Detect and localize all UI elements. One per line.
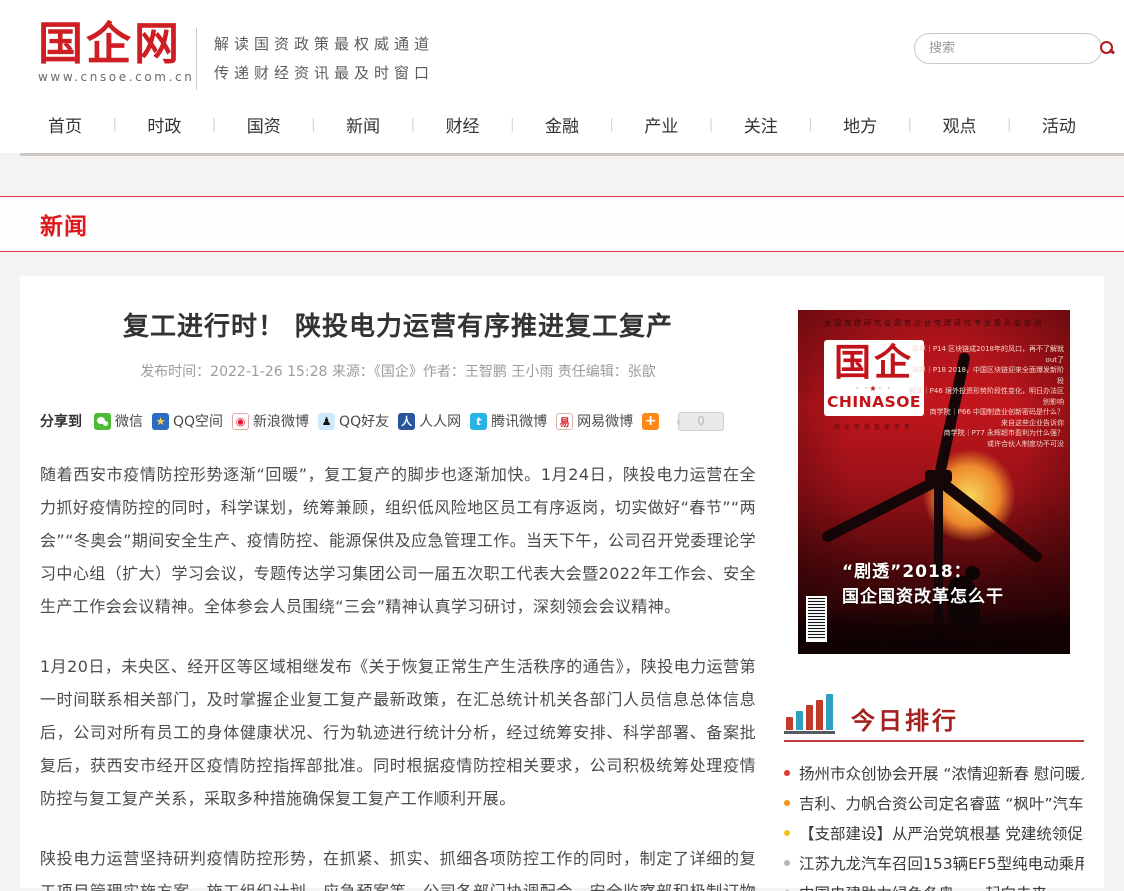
ranking-item-text: 扬州市众创协会开展 “浓情迎新春 慰问暖人 <box>799 762 1084 784</box>
nav-item-industry[interactable]: 产业 <box>644 112 678 137</box>
magazine-headline-line2: 国企国资改革怎么干 <box>842 585 1042 610</box>
site-logo-url: www.cnsoe.com.cn <box>38 70 194 84</box>
article-paragraph: 陕投电力运营坚持研判疫情防控形势，在抓紧、抓实、抓细各项防控工作的同时，制定了详… <box>40 842 756 891</box>
share-bar: 分享到 微信 ★ QQ空间 ◉ 新浪微博 ♟ QQ好友 人 人人网 <box>40 411 756 431</box>
main-nav: 首页| 时政| 国资| 新闻| 财经| 金融| 产业| 关注| 地方| 观点| … <box>0 95 1124 153</box>
nav-separator: | <box>1007 117 1011 132</box>
nav-item-banking[interactable]: 金融 <box>545 112 579 137</box>
bullet-icon <box>784 770 790 776</box>
nav-separator: | <box>808 117 812 132</box>
share-item-label: 腾讯微博 <box>491 411 547 431</box>
nav-item-state-assets[interactable]: 国资 <box>247 112 281 137</box>
ranking-item-text: 中国电建助力绿色冬奥，一起向未来 <box>799 882 1047 891</box>
magazine-headline-line1: “剧透”2018： <box>842 560 1042 585</box>
share-qzone-button[interactable]: ★ QQ空间 <box>152 411 223 431</box>
nav-separator: | <box>212 117 216 132</box>
tencent-weibo-icon: t <box>470 413 487 430</box>
search-box[interactable] <box>914 33 1102 64</box>
more-share-icon: + <box>642 413 659 430</box>
article: 复工进行时！ 陕投电力运营有序推进复工复产 发布时间：2022-1-26 15:… <box>40 306 756 888</box>
share-qq-friends-button[interactable]: ♟ QQ好友 <box>318 411 389 431</box>
toc-line: 视界｜P18 2018，中国区块链迎来全面爆发新阶段 <box>906 365 1064 386</box>
site-logo[interactable]: 国企网 www.cnsoe.com.cn <box>38 20 194 84</box>
nav-separator: | <box>510 117 514 132</box>
main-content: 复工进行时！ 陕投电力运营有序推进复工复产 发布时间：2022-1-26 15:… <box>20 276 1104 888</box>
barcode <box>806 596 827 642</box>
share-item-label: QQ好友 <box>339 411 389 431</box>
nav-item-politics[interactable]: 时政 <box>147 112 181 137</box>
nav-item-news[interactable]: 新闻 <box>346 112 380 137</box>
toc-line: 来自这些企业告诉你 <box>906 418 1064 429</box>
search-input[interactable] <box>929 41 1099 56</box>
share-item-label: 人人网 <box>419 411 461 431</box>
share-wechat-button[interactable]: 微信 <box>94 411 143 431</box>
renren-icon: 人 <box>398 413 415 430</box>
nav-item-events[interactable]: 活动 <box>1042 112 1076 137</box>
section-band: 新闻 <box>0 196 1124 252</box>
article-paragraph: 随着西安市疫情防控形势逐渐“回暖”，复工复产的脚步也逐渐加快。1月24日，陕投电… <box>40 458 756 623</box>
magazine-toc: 视界｜P14 区块链成2018年的风口，再不了解就out了 视界｜P18 201… <box>906 344 1064 449</box>
wechat-icon <box>94 413 111 430</box>
share-label: 分享到 <box>40 411 82 431</box>
ranking-list: 扬州市众创协会开展 “浓情迎新春 慰问暖人 吉利、力帆合资公司定名睿蓝 “枫叶”… <box>784 758 1084 891</box>
slogan-line-1: 解读国资政策最权威通道 <box>214 30 434 59</box>
toc-line: 解读｜P46 境外投资形势阶段性变化，明日办法区别影响 <box>906 386 1064 407</box>
ranking-item[interactable]: 吉利、力帆合资公司定名睿蓝 “枫叶”汽车 <box>784 788 1084 818</box>
nav-separator: | <box>908 117 912 132</box>
nav-item-regional[interactable]: 地方 <box>843 112 877 137</box>
nav-separator: | <box>311 117 315 132</box>
site-slogan: 解读国资政策最权威通道 传递财经资讯最及时窗口 <box>214 30 434 88</box>
ranking-item[interactable]: 江苏九龙汽车召回153辆EF5型纯电动乘用车 <box>784 848 1084 878</box>
share-tencent-weibo-button[interactable]: t 腾讯微博 <box>470 411 547 431</box>
article-title: 复工进行时！ 陕投电力运营有序推进复工复产 <box>40 306 756 343</box>
bullet-icon <box>784 800 790 806</box>
ranking-title: 今日排行 <box>851 708 959 734</box>
header-divider <box>196 28 197 90</box>
ranking-item-text: 江苏九龙汽车召回153辆EF5型纯电动乘用车 <box>799 852 1084 874</box>
nav-item-opinion[interactable]: 观点 <box>943 112 977 137</box>
article-paragraph: 1月20日，未央区、经开区等区域相继发布《关于恢复正常生产生活秩序的通告》，陕投… <box>40 650 756 815</box>
site-logo-text: 国企网 <box>38 20 194 68</box>
magazine-cover[interactable]: 全国党建研究会国有企业党建研究专业委员会会刊 国企 · ·★· · CHINAS… <box>798 310 1070 654</box>
ranking-header: 今日排行 <box>784 694 1084 742</box>
ranking-item[interactable]: 【支部建设】从严治党筑根基 党建统领促发 <box>784 818 1084 848</box>
ranking-item[interactable]: 扬州市众创协会开展 “浓情迎新春 慰问暖人 <box>784 758 1084 788</box>
bar-chart-icon <box>784 694 835 734</box>
toc-line: 或许合伙人制度功不可没 <box>906 439 1064 450</box>
toc-line: 视界｜P14 区块链成2018年的风口，再不了解就out了 <box>906 344 1064 365</box>
nav-separator: | <box>709 117 713 132</box>
netease-weibo-icon: 易 <box>556 413 573 430</box>
share-item-label: 微信 <box>115 411 143 431</box>
share-renren-button[interactable]: 人 人人网 <box>398 411 461 431</box>
nav-separator: | <box>609 117 613 132</box>
toc-line: 商学院｜P77 永辉超市盈利为什么强？ <box>906 428 1064 439</box>
share-item-label: QQ空间 <box>173 411 223 431</box>
bullet-icon <box>784 860 790 866</box>
bullet-icon <box>784 830 790 836</box>
qq-friends-icon: ♟ <box>318 413 335 430</box>
share-more-button[interactable]: + <box>642 413 663 430</box>
share-count-badge: 0 <box>678 412 724 431</box>
nav-separator: | <box>411 117 415 132</box>
sidebar: 全国党建研究会国有企业党建研究专业委员会会刊 国企 · ·★· · CHINAS… <box>784 306 1084 888</box>
share-netease-weibo-button[interactable]: 易 网易微博 <box>556 411 633 431</box>
ranking-item[interactable]: 中国电建助力绿色冬奥，一起向未来 <box>784 878 1084 891</box>
sina-weibo-icon: ◉ <box>232 413 249 430</box>
nav-item-finance[interactable]: 财经 <box>446 112 480 137</box>
ranking-item-text: 【支部建设】从严治党筑根基 党建统领促发 <box>799 822 1084 844</box>
slogan-line-2: 传递财经资讯最及时窗口 <box>214 59 434 88</box>
share-item-label: 网易微博 <box>577 411 633 431</box>
magazine-headline: “剧透”2018： 国企国资改革怎么干 <box>842 560 1042 610</box>
site-header: 国企网 www.cnsoe.com.cn 解读国资政策最权威通道 传递财经资讯最… <box>0 0 1124 95</box>
share-item-label: 新浪微博 <box>253 411 309 431</box>
article-meta: 发布时间：2022-1-26 15:28 来源：《国企》作者：王智鹏 王小雨 责… <box>40 361 756 381</box>
ranking-item-text: 吉利、力帆合资公司定名睿蓝 “枫叶”汽车 <box>799 792 1084 814</box>
section-title: 新闻 <box>40 207 88 241</box>
toc-line: 商学院｜P66 中国制造业创新密码是什么？ <box>906 407 1064 418</box>
qzone-icon: ★ <box>152 413 169 430</box>
nav-separator: | <box>113 117 117 132</box>
nav-item-focus[interactable]: 关注 <box>744 112 778 137</box>
share-sina-weibo-button[interactable]: ◉ 新浪微博 <box>232 411 309 431</box>
nav-item-home[interactable]: 首页 <box>48 112 82 137</box>
